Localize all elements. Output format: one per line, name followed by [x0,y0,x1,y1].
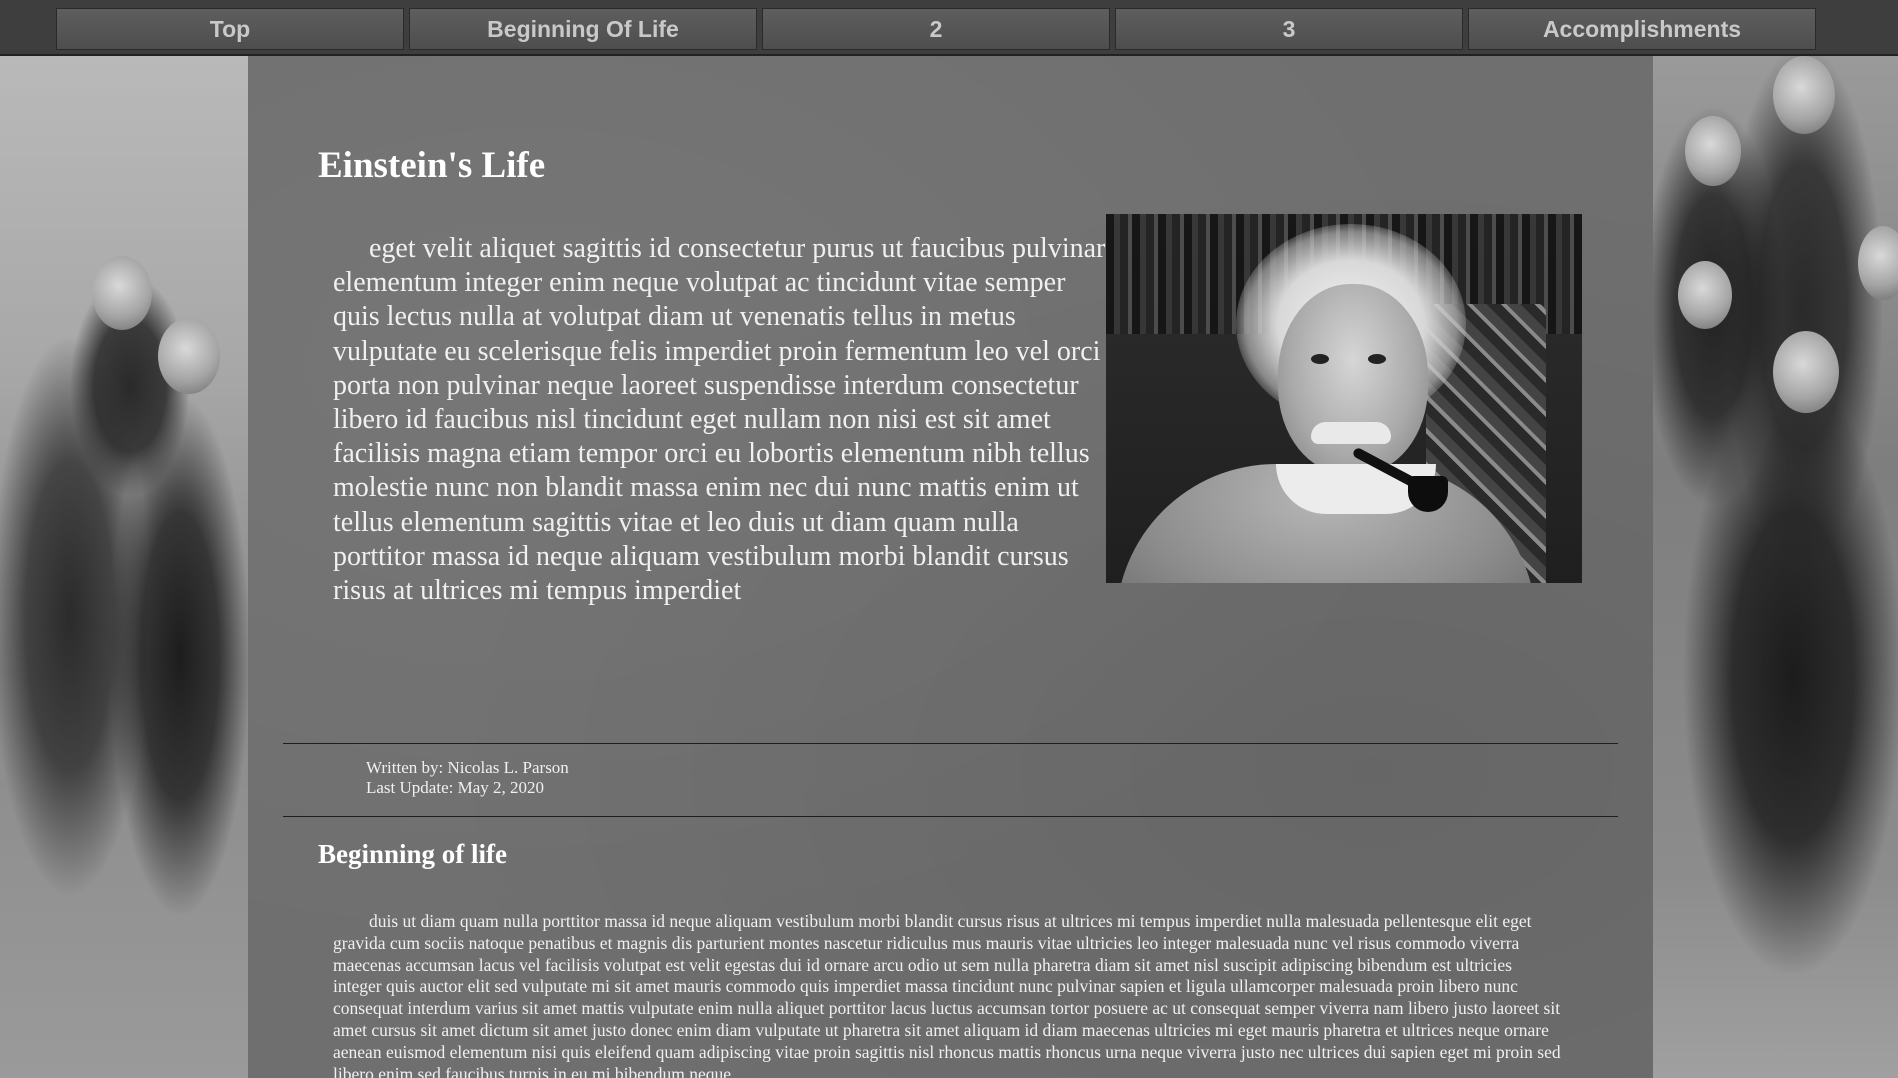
mustache [1311,422,1391,444]
background-photo-right [1653,56,1898,1078]
last-update: Last Update: May 2, 2020 [366,778,544,797]
main-content-panel: Einstein's Life eget velit aliquet sagit… [248,56,1653,1078]
author-credit: Written by: Nicolas L. Parson [366,758,569,777]
background-figure [1858,226,1898,300]
einstein-portrait-image [1106,214,1582,583]
background-figure [1773,56,1835,134]
background-figure [1773,331,1839,413]
section-paragraph: duis ut diam quam nulla porttitor massa … [333,911,1561,1078]
nav-tab-beginning-of-life[interactable]: Beginning Of Life [409,8,757,50]
nav-tab-top[interactable]: Top [56,8,404,50]
face [1278,284,1428,474]
divider-bottom [283,816,1618,817]
nav-tab-3[interactable]: 3 [1115,8,1463,50]
eye [1311,354,1329,364]
background-figure [158,318,220,394]
intro-paragraph: eget velit aliquet sagittis id consectet… [333,233,1106,607]
background-figure [1678,261,1732,329]
divider-top [283,743,1618,744]
background-figure [92,256,152,330]
byline: Written by: Nicolas L. Parson Last Updat… [366,758,569,798]
nav-tab-2[interactable]: 2 [762,8,1110,50]
page-title: Einstein's Life [318,145,546,186]
background-photo-left [0,56,248,1078]
background-figure [1685,116,1741,186]
eye [1368,354,1386,364]
nav-tab-accomplishments[interactable]: Accomplishments [1468,8,1816,50]
top-nav-bar: Top Beginning Of Life 2 3 Accomplishment… [0,0,1898,56]
section-title-beginning-of-life: Beginning of life [318,839,508,869]
